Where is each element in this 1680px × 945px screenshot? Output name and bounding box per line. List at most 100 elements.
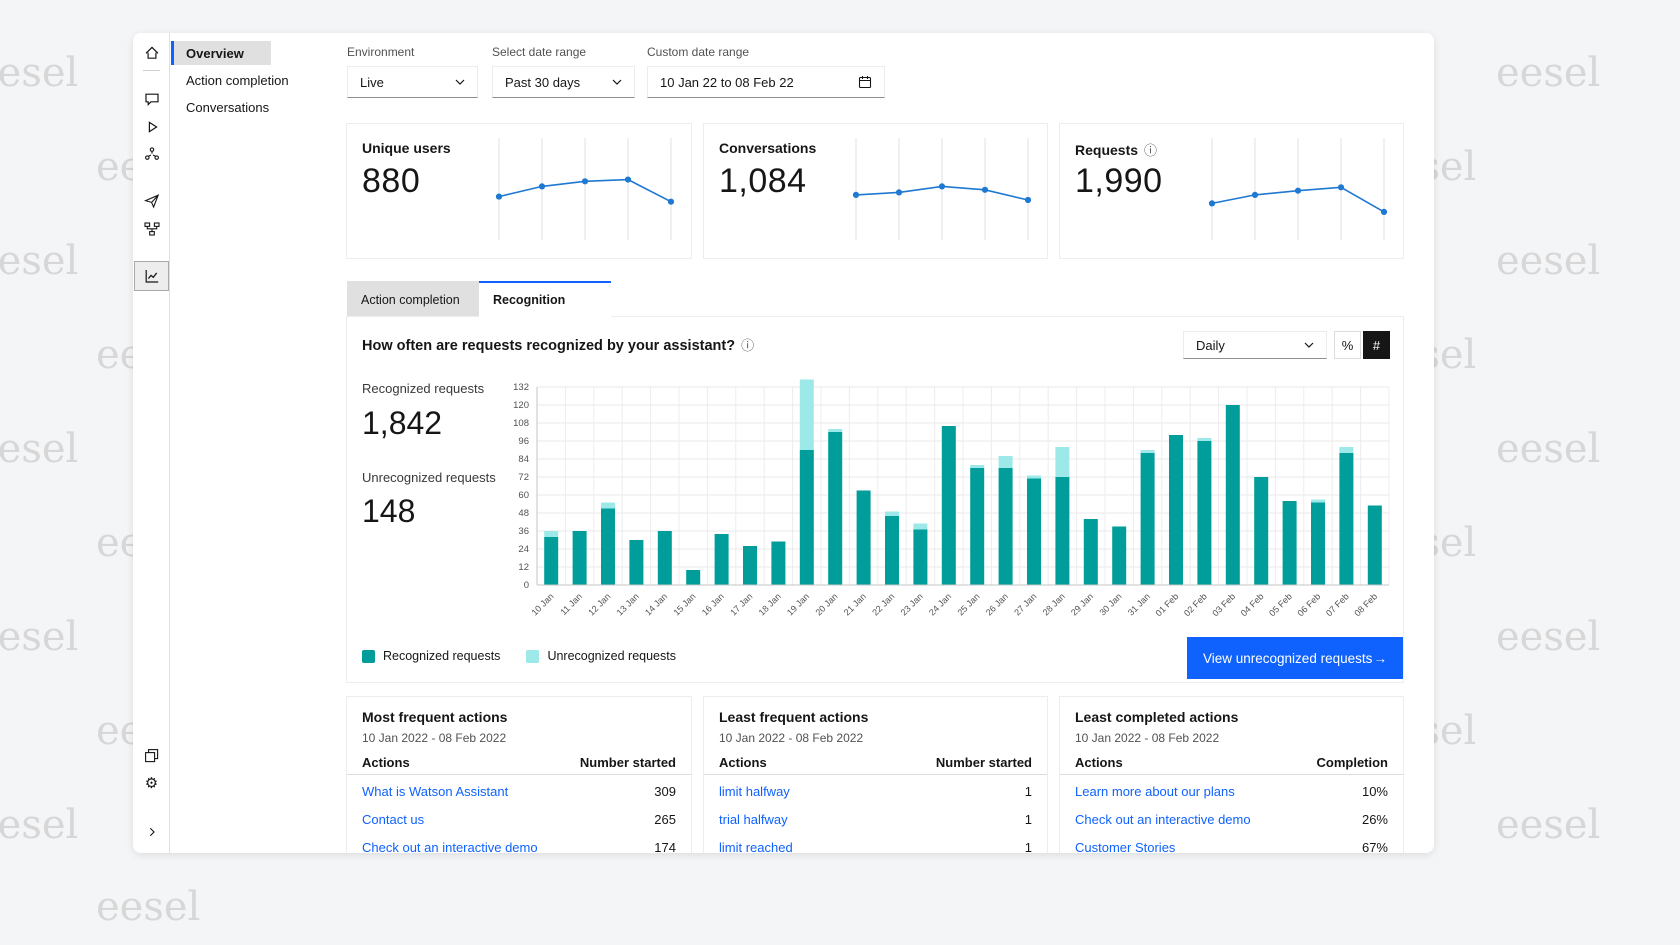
action-link[interactable]: What is Watson Assistant bbox=[362, 784, 508, 799]
watermark-text: eesel bbox=[0, 238, 78, 284]
sidebar-item-label: Conversations bbox=[186, 100, 269, 115]
svg-text:17 Jan: 17 Jan bbox=[728, 591, 754, 617]
table-row: trial halfway 1 bbox=[704, 805, 1047, 833]
action-link[interactable]: Check out an interactive demo bbox=[362, 840, 538, 854]
table-header: Actions Number started bbox=[347, 751, 691, 775]
info-icon[interactable]: ⓘ bbox=[741, 338, 754, 353]
action-link[interactable]: Contact us bbox=[362, 812, 424, 827]
action-link[interactable]: limit halfway bbox=[719, 784, 790, 799]
versions-icon[interactable] bbox=[141, 745, 162, 766]
svg-text:23 Jan: 23 Jan bbox=[899, 591, 925, 617]
row-value: 174 bbox=[654, 840, 676, 854]
sidebar-item-conversations[interactable]: Conversations bbox=[171, 95, 271, 119]
panel-title: How often are requests recognized by you… bbox=[362, 335, 754, 354]
svg-text:13 Jan: 13 Jan bbox=[615, 591, 641, 617]
svg-text:05 Feb: 05 Feb bbox=[1267, 591, 1294, 618]
tab-action-completion[interactable]: Action completion bbox=[347, 281, 479, 317]
svg-text:14 Jan: 14 Jan bbox=[643, 591, 669, 617]
action-link[interactable]: limit reached bbox=[719, 840, 793, 854]
metric-value: 880 bbox=[362, 162, 420, 201]
svg-text:26 Jan: 26 Jan bbox=[984, 591, 1010, 617]
unrecognized-requests-value: 148 bbox=[362, 493, 415, 530]
svg-text:29 Jan: 29 Jan bbox=[1069, 591, 1095, 617]
desktop-background: eeseleeseleeseleeseleeseleeseleeseleesel… bbox=[0, 0, 1680, 945]
custom-range-value: 10 Jan 22 to 08 Feb 22 bbox=[660, 75, 794, 90]
home-icon[interactable] bbox=[141, 42, 162, 63]
legend-recognized[interactable]: Recognized requests bbox=[362, 649, 500, 663]
skills-icon[interactable] bbox=[141, 143, 162, 164]
action-link[interactable]: Customer Stories bbox=[1075, 840, 1175, 854]
svg-text:72: 72 bbox=[518, 472, 529, 483]
chevron-down-icon bbox=[455, 79, 465, 85]
metric-tile-conversations: Conversations 1,084 bbox=[704, 124, 1047, 258]
watermark-text: eesel bbox=[0, 50, 78, 96]
date-range-select[interactable]: Past 30 days bbox=[492, 66, 635, 98]
environment-select[interactable]: Live bbox=[347, 66, 478, 98]
table-row: limit reached 1 bbox=[704, 833, 1047, 853]
watermark-text: eesel bbox=[0, 614, 78, 660]
analytics-icon[interactable] bbox=[134, 261, 169, 291]
svg-text:31 Jan: 31 Jan bbox=[1126, 591, 1152, 617]
most-frequent-actions-card: Most frequent actions 10 Jan 2022 - 08 F… bbox=[347, 697, 691, 853]
environment-value: Live bbox=[360, 75, 384, 90]
chat-icon[interactable] bbox=[141, 88, 162, 109]
svg-text:19 Jan: 19 Jan bbox=[785, 591, 811, 617]
flow-icon[interactable] bbox=[141, 218, 162, 239]
table-row: Contact us 265 bbox=[347, 805, 691, 833]
watermark-text: eesel bbox=[96, 884, 200, 930]
legend-unrecognized[interactable]: Unrecognized requests bbox=[526, 649, 676, 663]
svg-text:24 Jan: 24 Jan bbox=[927, 591, 953, 617]
svg-text:08 Feb: 08 Feb bbox=[1352, 591, 1379, 618]
percent-toggle-button[interactable]: % bbox=[1334, 331, 1361, 359]
least-frequent-actions-card: Least frequent actions 10 Jan 2022 - 08 … bbox=[704, 697, 1047, 853]
sidebar-item-action-completion[interactable]: Action completion bbox=[171, 68, 271, 92]
row-value: 10% bbox=[1362, 784, 1388, 799]
chart-legend: Recognized requests Unrecognized request… bbox=[362, 649, 676, 663]
svg-text:22 Jan: 22 Jan bbox=[870, 591, 896, 617]
tab-recognition[interactable]: Recognition bbox=[479, 281, 611, 317]
metric-title: Unique users bbox=[362, 140, 451, 156]
legend-swatch bbox=[362, 650, 375, 663]
svg-text:18 Jan: 18 Jan bbox=[757, 591, 783, 617]
gear-icon[interactable]: ⚙ bbox=[141, 773, 162, 794]
view-unrecognized-requests-button[interactable]: View unrecognized requests → bbox=[1187, 637, 1403, 679]
custom-range-input[interactable]: 10 Jan 22 to 08 Feb 22 bbox=[647, 66, 885, 98]
row-value: 1 bbox=[1025, 784, 1032, 799]
svg-text:27 Jan: 27 Jan bbox=[1012, 591, 1038, 617]
legend-swatch bbox=[526, 650, 539, 663]
info-icon[interactable]: ⓘ bbox=[1144, 143, 1157, 158]
row-value: 67% bbox=[1362, 840, 1388, 854]
chevron-down-icon bbox=[612, 79, 622, 85]
watermark-text: eesel bbox=[1496, 238, 1600, 284]
row-value: 26% bbox=[1362, 812, 1388, 827]
metric-value: 1,990 bbox=[1075, 162, 1163, 201]
svg-text:30 Jan: 30 Jan bbox=[1097, 591, 1123, 617]
watermark-text: eesel bbox=[1496, 802, 1600, 848]
svg-text:02 Feb: 02 Feb bbox=[1182, 591, 1209, 618]
sidebar-item-label: Action completion bbox=[186, 73, 289, 88]
svg-text:06 Feb: 06 Feb bbox=[1296, 591, 1323, 618]
metric-tile-unique-users: Unique users 880 bbox=[347, 124, 691, 258]
action-link[interactable]: trial halfway bbox=[719, 812, 788, 827]
table-header: Actions Completion bbox=[1060, 751, 1403, 775]
svg-text:36: 36 bbox=[518, 526, 529, 537]
publish-icon[interactable] bbox=[141, 190, 162, 211]
number-toggle-button[interactable]: # bbox=[1363, 331, 1390, 359]
recognized-requests-value: 1,842 bbox=[362, 405, 442, 442]
play-icon[interactable] bbox=[141, 116, 162, 137]
rail-divider bbox=[143, 70, 160, 71]
card-date-range: 10 Jan 2022 - 08 Feb 2022 bbox=[362, 731, 506, 745]
interval-select[interactable]: Daily bbox=[1183, 331, 1327, 359]
svg-text:84: 84 bbox=[518, 454, 529, 465]
table-row: What is Watson Assistant 309 bbox=[347, 777, 691, 805]
action-link[interactable]: Check out an interactive demo bbox=[1075, 812, 1251, 827]
table-header: Actions Number started bbox=[704, 751, 1047, 775]
table-row: Learn more about our plans 10% bbox=[1060, 777, 1403, 805]
watermark-text: eesel bbox=[1496, 50, 1600, 96]
card-title: Least frequent actions bbox=[719, 709, 868, 725]
table-row: Check out an interactive demo 26% bbox=[1060, 805, 1403, 833]
action-link[interactable]: Learn more about our plans bbox=[1075, 784, 1235, 799]
svg-text:16 Jan: 16 Jan bbox=[700, 591, 726, 617]
sidebar-item-overview[interactable]: Overview bbox=[171, 41, 271, 65]
expand-rail-icon[interactable] bbox=[141, 821, 162, 842]
